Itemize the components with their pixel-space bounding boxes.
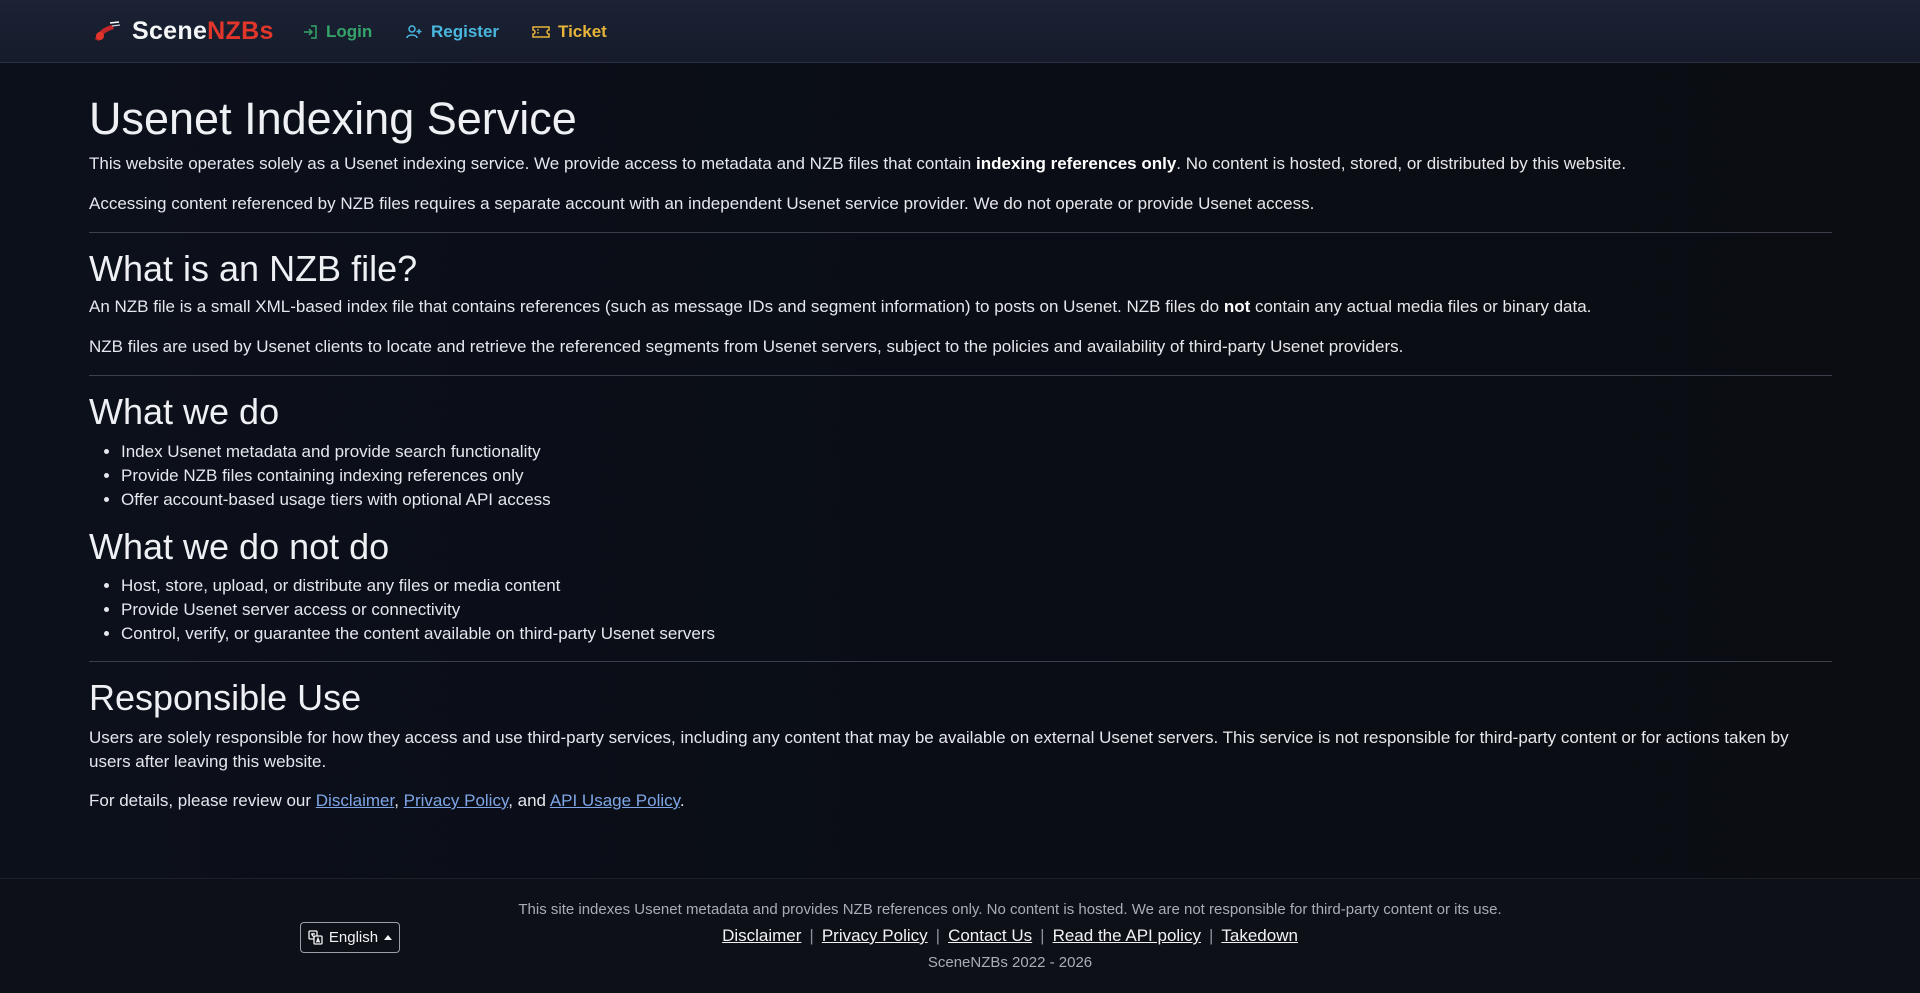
footer-link-disclaimer[interactable]: Disclaimer [722,926,801,945]
nzb-p1-text-b: contain any actual media files or binary… [1250,297,1592,316]
divider [89,661,1832,662]
nav-register-label: Register [431,22,500,41]
section-title-responsible-use: Responsible Use [89,677,362,718]
ticket-icon [532,26,550,38]
intro-p1-text-b: . No content is hosted, stored, or distr… [1176,154,1627,173]
nzb-p1-text-a: An NZB file is a small XML-based index f… [89,297,1224,316]
footer-disclaimer-note: This site indexes Usenet metadata and pr… [518,901,1502,918]
nav-login-link[interactable]: Login [302,20,372,44]
footer-copyright: SceneNZBs 2022 - 2026 [927,954,1093,971]
top-navbar: SceneNZBs Login Register Ticket [0,0,1920,63]
comma-text: , [394,791,399,810]
nav-ticket-label: Ticket [558,22,607,41]
period-text: . [679,791,685,810]
list-item: Index Usenet metadata and provide search… [121,440,551,464]
list-item: Offer account-based usage tiers with opt… [121,488,551,512]
section-title-what-we-do-not-do: What we do not do [89,526,390,567]
what-we-do-not-do-list: Host, store, upload, or distribute any f… [121,574,715,646]
list-item: Provide Usenet server access or connecti… [121,598,715,622]
nav-register-link[interactable]: Register [406,20,499,44]
divider [89,232,1832,233]
privacy-policy-link[interactable]: Privacy Policy [404,791,509,810]
nav-login-label: Login [326,22,373,41]
language-dropdown-button[interactable]: English [300,922,400,953]
intro-paragraph-1: This website operates solely as a Usenet… [89,152,1832,176]
footer-link-contact-us[interactable]: Contact Us [948,926,1032,945]
footer-link-takedown[interactable]: Takedown [1221,926,1298,945]
section-title-what-we-do: What we do [89,391,280,432]
footer-separator: | [935,926,941,945]
translate-icon [308,930,323,945]
language-label: English [328,929,379,946]
nzb-paragraph-2: NZB files are used by Usenet clients to … [89,337,1404,356]
api-usage-policy-link[interactable]: API Usage Policy [550,791,680,810]
page-footer: This site indexes Usenet metadata and pr… [0,878,1920,993]
and-text: , and [508,791,547,810]
disclaimer-link[interactable]: Disclaimer [316,791,394,810]
intro-p1-text-a: This website operates solely as a Usenet… [89,154,976,173]
footer-separator: | [809,926,814,945]
nzb-p1-bold: not [1223,297,1251,316]
nav-ticket-link[interactable]: Ticket [532,20,607,44]
nzb-paragraph-1: An NZB file is a small XML-based index f… [89,295,1832,319]
brand-scene-text: Scene [132,16,208,45]
login-icon [304,25,317,39]
footer-link-privacy-policy[interactable]: Privacy Policy [822,926,928,945]
brand-logo-icon [95,21,121,41]
divider [89,375,1832,376]
footer-link-api-policy[interactable]: Read the API policy [1053,926,1201,945]
intro-p1-bold: indexing references only [975,154,1177,173]
caret-up-icon [384,935,393,940]
responsible-paragraph-2: For details, please review our Disclaime… [89,789,1832,813]
brand-name: SceneNZBs [132,17,274,46]
footer-separator: | [1040,926,1045,945]
user-plus-icon [406,25,422,39]
brand-nzbs-text: NZBs [207,16,274,45]
intro-paragraph-2: Accessing content referenced by NZB file… [89,194,1315,213]
list-item: Provide NZB files containing indexing re… [121,464,551,488]
responsible-p2-text: For details, please review our [89,791,316,810]
page-title: Usenet Indexing Service [89,93,577,144]
responsible-paragraph-1: Users are solely responsible for how the… [89,728,1789,771]
list-item: Host, store, upload, or distribute any f… [121,574,715,598]
list-item: Control, verify, or guarantee the conten… [121,622,715,646]
brand-logo-link[interactable]: SceneNZBs [92,16,274,46]
what-we-do-list: Index Usenet metadata and provide search… [121,440,551,512]
footer-links: Disclaimer | Privacy Policy | Contact Us | Rea… [0,926,1920,946]
footer-separator: | [1208,926,1214,945]
section-title-nzb: What is an NZB file? [89,248,418,289]
